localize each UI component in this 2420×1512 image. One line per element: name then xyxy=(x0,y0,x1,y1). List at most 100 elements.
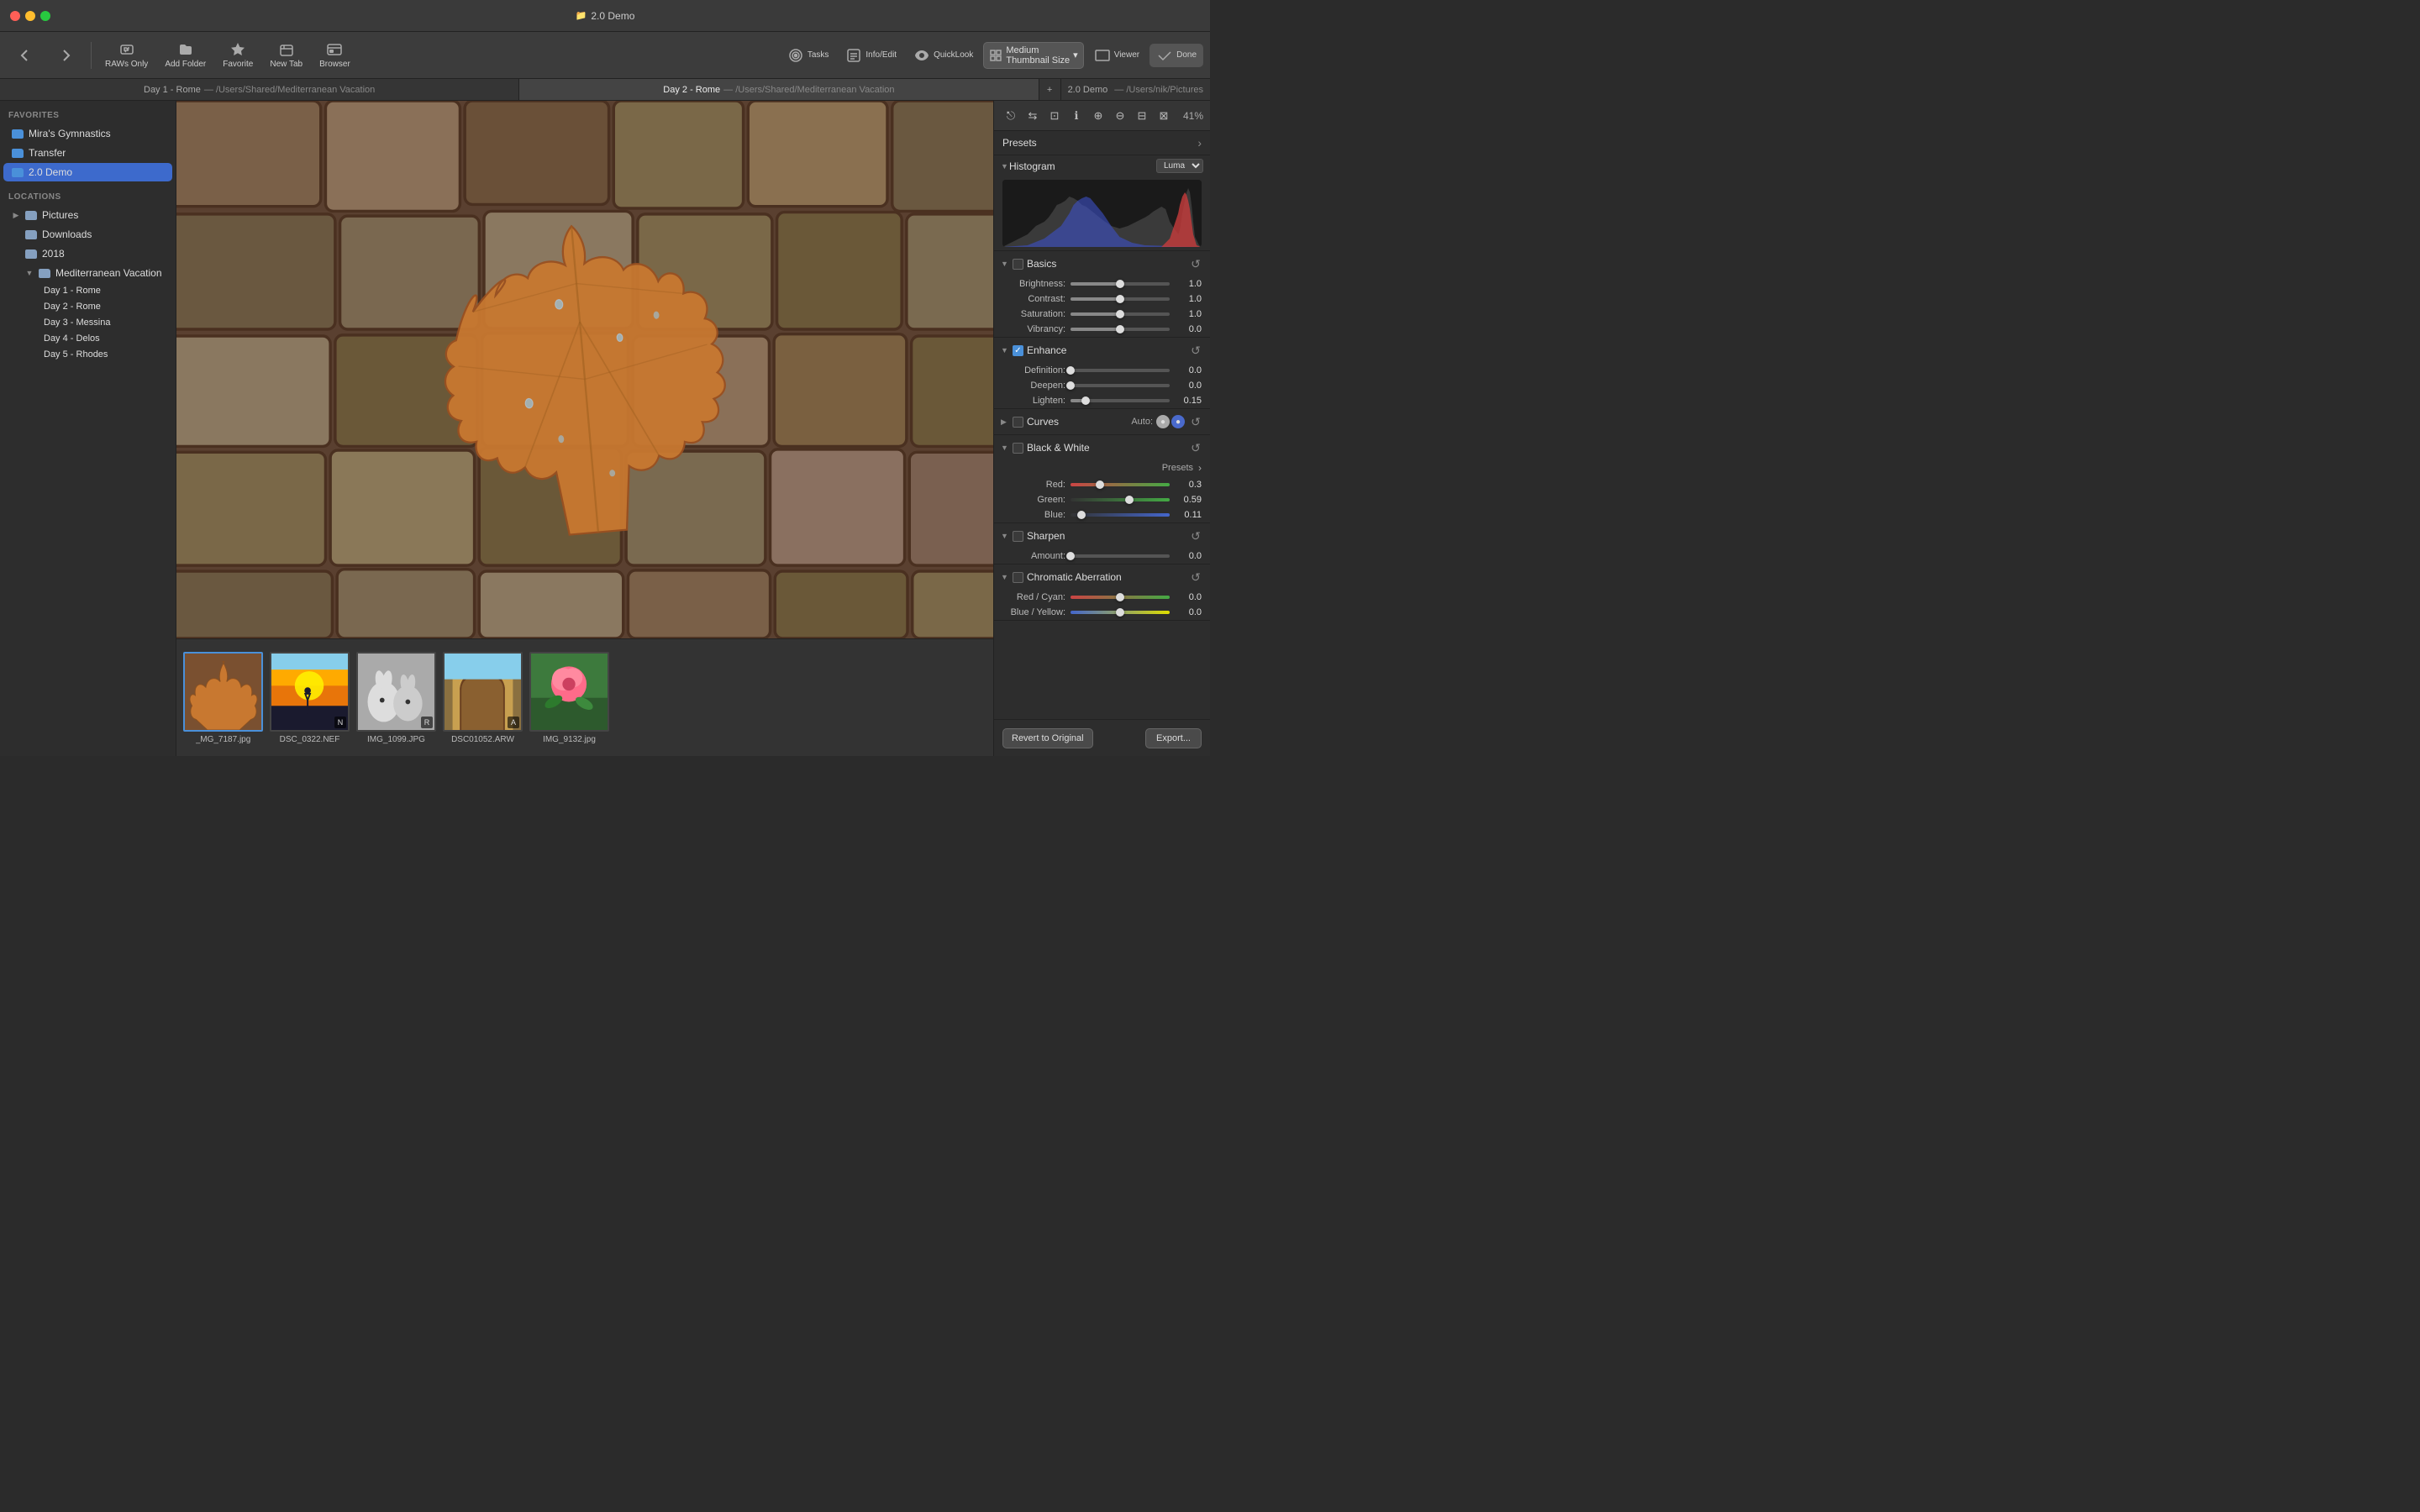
tab-day2-rome[interactable]: Day 2 - Rome — /Users/Shared/Mediterrane… xyxy=(519,79,1039,100)
sharpen-checkbox[interactable] xyxy=(1013,531,1023,542)
bw-blue-track[interactable] xyxy=(1071,513,1170,517)
fit-icon-btn[interactable]: ⊟ xyxy=(1132,106,1152,126)
ca-blue-yellow-thumb[interactable] xyxy=(1116,608,1124,617)
sidebar-item-day3-messina[interactable]: Day 3 - Messina xyxy=(30,315,172,330)
sidebar-item-miras-gymnastics[interactable]: Mira's Gymnastics xyxy=(3,124,172,143)
basics-checkbox[interactable] xyxy=(1013,259,1023,270)
ca-red-cyan-thumb[interactable] xyxy=(1116,593,1124,601)
info-edit-button[interactable]: Info/Edit xyxy=(839,44,903,67)
add-tab-button[interactable]: + xyxy=(1039,79,1061,100)
compare-icon-btn[interactable]: ⇆ xyxy=(1023,106,1043,126)
actual-size-icon-btn[interactable]: ⊠ xyxy=(1154,106,1174,126)
sidebar-item-20-demo[interactable]: 2.0 Demo xyxy=(3,163,172,181)
basics-reset[interactable]: ↺ xyxy=(1188,256,1203,271)
vibrancy-track[interactable] xyxy=(1071,328,1170,331)
export-icon-btn[interactable]: ⎋ xyxy=(1001,106,1021,126)
bw-presets-arrow[interactable]: › xyxy=(1198,462,1202,474)
sharpen-amount-thumb[interactable] xyxy=(1066,552,1075,560)
bw-green-track[interactable] xyxy=(1071,498,1170,501)
sharpen-amount-track[interactable] xyxy=(1071,554,1170,558)
brightness-thumb[interactable] xyxy=(1116,280,1124,288)
back-button[interactable] xyxy=(7,44,44,67)
enhance-reset[interactable]: ↺ xyxy=(1188,343,1203,358)
enhance-header[interactable]: ▼ ✓ Enhance ↺ xyxy=(994,338,1210,363)
tasks-button[interactable]: Tasks xyxy=(781,44,836,67)
presets-arrow[interactable]: › xyxy=(1197,136,1202,150)
viewer-button[interactable]: Viewer xyxy=(1087,44,1146,67)
sidebar-item-mediterranean-vacation[interactable]: ▼ Mediterranean Vacation xyxy=(17,264,172,282)
curves-header[interactable]: ▶ Curves Auto: ● ● ↺ xyxy=(994,409,1210,434)
sidebar-item-day4-delos[interactable]: Day 4 - Delos xyxy=(30,331,172,346)
sidebar-item-day2-rome[interactable]: Day 2 - Rome xyxy=(30,299,172,314)
bw-green-thumb[interactable] xyxy=(1125,496,1134,504)
done-button[interactable]: Done xyxy=(1150,44,1203,67)
curves-luma-btn[interactable]: ● xyxy=(1156,415,1170,428)
close-button[interactable] xyxy=(10,11,20,21)
sidebar-item-day1-rome[interactable]: Day 1 - Rome xyxy=(30,283,172,298)
maximize-button[interactable] xyxy=(40,11,50,21)
minimize-button[interactable] xyxy=(25,11,35,21)
brightness-track[interactable] xyxy=(1071,282,1170,286)
curves-checkbox[interactable] xyxy=(1013,417,1023,428)
sidebar-item-2018[interactable]: 2018 xyxy=(17,244,172,263)
contrast-thumb[interactable] xyxy=(1116,295,1124,303)
deepen-track[interactable] xyxy=(1071,384,1170,387)
zoom-in-icon-btn[interactable]: ⊕ xyxy=(1088,106,1108,126)
ca-checkbox[interactable] xyxy=(1013,572,1023,583)
vibrancy-thumb[interactable] xyxy=(1116,325,1124,333)
forward-button[interactable] xyxy=(47,44,84,67)
thumb-1[interactable]: N xyxy=(270,652,350,732)
curves-reset[interactable]: ↺ xyxy=(1188,414,1203,429)
thumb-item-0[interactable]: _MG_7187.jpg xyxy=(183,652,263,744)
definition-thumb[interactable] xyxy=(1066,366,1075,375)
contrast-track[interactable] xyxy=(1071,297,1170,301)
export-button[interactable]: Export... xyxy=(1145,728,1202,748)
lighten-thumb[interactable] xyxy=(1081,396,1090,405)
sidebar-item-downloads[interactable]: Downloads xyxy=(17,225,172,244)
thumb-3[interactable]: A xyxy=(443,652,523,732)
info-icon-btn[interactable]: ℹ xyxy=(1066,106,1086,126)
revert-to-original-button[interactable]: Revert to Original xyxy=(1002,728,1093,748)
ca-red-cyan-track[interactable] xyxy=(1071,596,1170,599)
image-viewer[interactable] xyxy=(176,101,993,638)
bw-reset[interactable]: ↺ xyxy=(1188,440,1203,455)
ca-reset[interactable]: ↺ xyxy=(1188,570,1203,585)
zoom-out-icon-btn[interactable]: ⊖ xyxy=(1110,106,1130,126)
favorite-button[interactable]: Favorite xyxy=(216,38,260,72)
raws-only-button[interactable]: RAWs Only xyxy=(98,38,155,72)
sidebar-item-transfer[interactable]: Transfer xyxy=(3,144,172,162)
ca-header[interactable]: ▼ Chromatic Aberration ↺ xyxy=(994,564,1210,590)
bw-red-track[interactable] xyxy=(1071,483,1170,486)
histogram-triangle[interactable]: ▼ xyxy=(1001,162,1009,171)
add-folder-button[interactable]: Add Folder xyxy=(158,38,213,72)
thumb-item-3[interactable]: A DSC01052.ARW xyxy=(443,652,523,744)
tab-day1-rome[interactable]: Day 1 - Rome — /Users/Shared/Mediterrane… xyxy=(0,79,519,100)
bw-checkbox[interactable] xyxy=(1013,443,1023,454)
deepen-thumb[interactable] xyxy=(1066,381,1075,390)
thumb-item-2[interactable]: R IMG_1099.JPG xyxy=(356,652,436,744)
thumb-4[interactable] xyxy=(529,652,609,732)
basics-header[interactable]: ▼ Basics ↺ xyxy=(994,251,1210,276)
sharpen-reset[interactable]: ↺ xyxy=(1188,528,1203,543)
bw-blue-thumb[interactable] xyxy=(1077,511,1086,519)
saturation-thumb[interactable] xyxy=(1116,310,1124,318)
enhance-checkbox[interactable]: ✓ xyxy=(1013,345,1023,356)
thumbnail-size-dropdown[interactable]: MediumThumbnail Size ▾ xyxy=(983,42,1083,69)
quicklook-button[interactable]: QuickLook xyxy=(907,44,980,67)
crop-icon-btn[interactable]: ⊡ xyxy=(1044,106,1065,126)
ca-blue-yellow-track[interactable] xyxy=(1071,611,1170,614)
histogram-mode-dropdown[interactable]: Luma RGB xyxy=(1156,159,1203,173)
thumb-item-4[interactable]: IMG_9132.jpg xyxy=(529,652,609,744)
definition-track[interactable] xyxy=(1071,369,1170,372)
curves-rgb-btn[interactable]: ● xyxy=(1171,415,1185,428)
thumb-item-1[interactable]: N DSC_0322.NEF xyxy=(270,652,350,744)
black-white-header[interactable]: ▼ Black & White ↺ xyxy=(994,435,1210,460)
lighten-track[interactable] xyxy=(1071,399,1170,402)
sidebar-item-pictures[interactable]: ▶ Pictures xyxy=(3,206,172,224)
browser-button[interactable]: Browser xyxy=(313,38,357,72)
new-tab-button[interactable]: New Tab xyxy=(263,38,309,72)
bw-red-thumb[interactable] xyxy=(1096,480,1104,489)
sharpen-header[interactable]: ▼ Sharpen ↺ xyxy=(994,523,1210,549)
sidebar-item-day5-rhodes[interactable]: Day 5 - Rhodes xyxy=(30,347,172,362)
thumb-0[interactable] xyxy=(183,652,263,732)
